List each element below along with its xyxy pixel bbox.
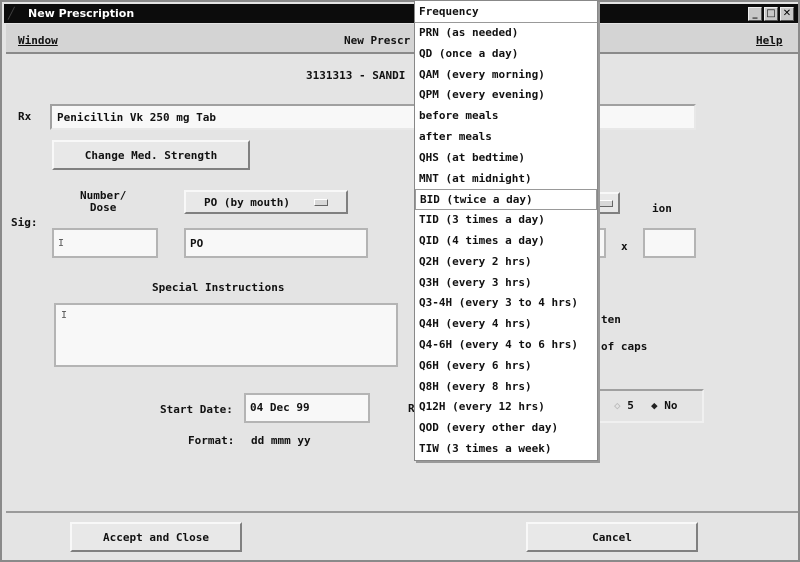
text-cursor-icon: I xyxy=(61,310,68,321)
frequency-option[interactable]: after meals xyxy=(415,127,597,148)
sig-label: Sig: xyxy=(11,216,38,229)
route-selected: PO (by mouth) xyxy=(203,195,291,209)
start-date-label: Start Date: xyxy=(160,403,233,416)
route-value: PO xyxy=(190,237,204,250)
frequency-option[interactable]: TIW (3 times a week) xyxy=(415,439,597,460)
duration-input[interactable] xyxy=(643,228,696,258)
option-menu-indicator-icon xyxy=(314,198,329,206)
accept-and-close-button[interactable]: Accept and Close xyxy=(70,522,242,552)
frequency-options-list: PRN (as needed) QD (once a day) QAM (every… xyxy=(415,23,597,460)
cancel-button[interactable]: Cancel xyxy=(526,522,698,552)
frequency-option[interactable]: QPM (every evening) xyxy=(415,85,597,106)
frequency-option[interactable]: TID (3 times a day) xyxy=(415,210,597,231)
refills-radio-group: | ◇ 5 ◆ No xyxy=(592,389,704,423)
frequency-option[interactable]: Q4-6H (every 4 to 6 hrs) xyxy=(415,335,597,356)
refills-radio-no[interactable]: ◆ No xyxy=(651,399,678,412)
window-title: New Prescription xyxy=(28,7,135,20)
times-symbol: x xyxy=(621,240,628,253)
frequency-option[interactable]: Q6H (every 6 hrs) xyxy=(415,356,597,377)
menubar-title: New Prescr xyxy=(344,34,411,47)
patient-label: 3131313 - SANDI xyxy=(306,69,406,82)
change-med-strength-button[interactable]: Change Med. Strength xyxy=(52,140,250,170)
frequency-option[interactable]: QID (4 times a day) xyxy=(415,231,597,252)
frequency-option[interactable]: QAM (every morning) xyxy=(415,65,597,86)
frequency-option[interactable]: Q4H (every 4 hrs) xyxy=(415,314,597,335)
frequency-option[interactable]: before meals xyxy=(415,106,597,127)
format-value: dd mmm yy xyxy=(251,434,311,447)
frequency-option[interactable]: BID (twice a day) xyxy=(415,189,597,211)
route-input[interactable]: PO xyxy=(184,228,368,258)
window-controls: _ □ ✕ xyxy=(748,7,794,21)
frequency-option[interactable]: QOD (every other day) xyxy=(415,418,597,439)
frequency-dropdown[interactable]: Frequency PRN (as needed) QD (once a day)… xyxy=(414,0,598,461)
rx-medication-value: Penicillin Vk 250 mg Tab xyxy=(57,111,216,124)
frequency-option[interactable]: Q3-4H (every 3 to 4 hrs) xyxy=(415,293,597,314)
close-button[interactable]: ✕ xyxy=(780,7,794,21)
number-dose-input[interactable]: I xyxy=(52,228,158,258)
menu-window[interactable]: Window xyxy=(18,34,58,47)
text-cursor-icon: I xyxy=(58,238,65,249)
footer-bar: Accept and Close Cancel xyxy=(6,511,798,560)
option-menu-indicator-icon xyxy=(599,199,613,207)
duration-label: ion xyxy=(652,202,672,215)
frequency-option[interactable]: QHS (at bedtime) xyxy=(415,148,597,169)
maximize-button[interactable]: □ xyxy=(764,7,778,21)
frequency-dropdown-header: Frequency xyxy=(415,1,597,23)
new-prescription-window: ╱ New Prescription _ □ ✕ Window New Pres… xyxy=(0,0,800,562)
rx-medication-field[interactable]: Penicillin Vk 250 mg Tab xyxy=(50,104,696,130)
special-instructions-label: Special Instructions xyxy=(152,281,285,294)
format-label: Format: xyxy=(188,434,235,447)
frequency-option[interactable]: Q8H (every 8 hrs) xyxy=(415,377,597,398)
rx-label: Rx xyxy=(18,110,32,123)
frequency-option[interactable]: Q2H (every 2 hrs) xyxy=(415,252,597,273)
start-date-input[interactable]: 04 Dec 99 xyxy=(244,393,370,423)
side-text-line1: ten xyxy=(601,313,621,326)
number-dose-label: Number/ Dose xyxy=(80,189,127,214)
radio-diamond-empty-icon: ◇ xyxy=(614,399,621,412)
title-bar[interactable]: ╱ New Prescription _ □ ✕ xyxy=(4,4,798,23)
menu-help[interactable]: Help xyxy=(756,34,783,47)
start-date-value: 04 Dec 99 xyxy=(250,401,310,414)
frequency-option[interactable]: Q3H (every 3 hrs) xyxy=(415,273,597,294)
minimize-button[interactable]: _ xyxy=(748,7,762,21)
menu-bar: Window New Prescr Help xyxy=(6,24,798,54)
frequency-option[interactable]: QD (once a day) xyxy=(415,44,597,65)
window-menu-icon[interactable]: ╱ xyxy=(8,7,22,20)
frequency-option[interactable]: MNT (at midnight) xyxy=(415,169,597,190)
refills-radio-5[interactable]: ◇ 5 xyxy=(614,399,634,412)
special-instructions-textarea[interactable]: I xyxy=(54,303,398,367)
frequency-option[interactable]: PRN (as needed) xyxy=(415,23,597,44)
frequency-option[interactable]: Q12H (every 12 hrs) xyxy=(415,397,597,418)
radio-diamond-filled-icon: ◆ xyxy=(651,399,658,412)
route-option-menu[interactable]: PO (by mouth) xyxy=(184,190,348,214)
side-text-line2: of caps xyxy=(601,340,648,353)
